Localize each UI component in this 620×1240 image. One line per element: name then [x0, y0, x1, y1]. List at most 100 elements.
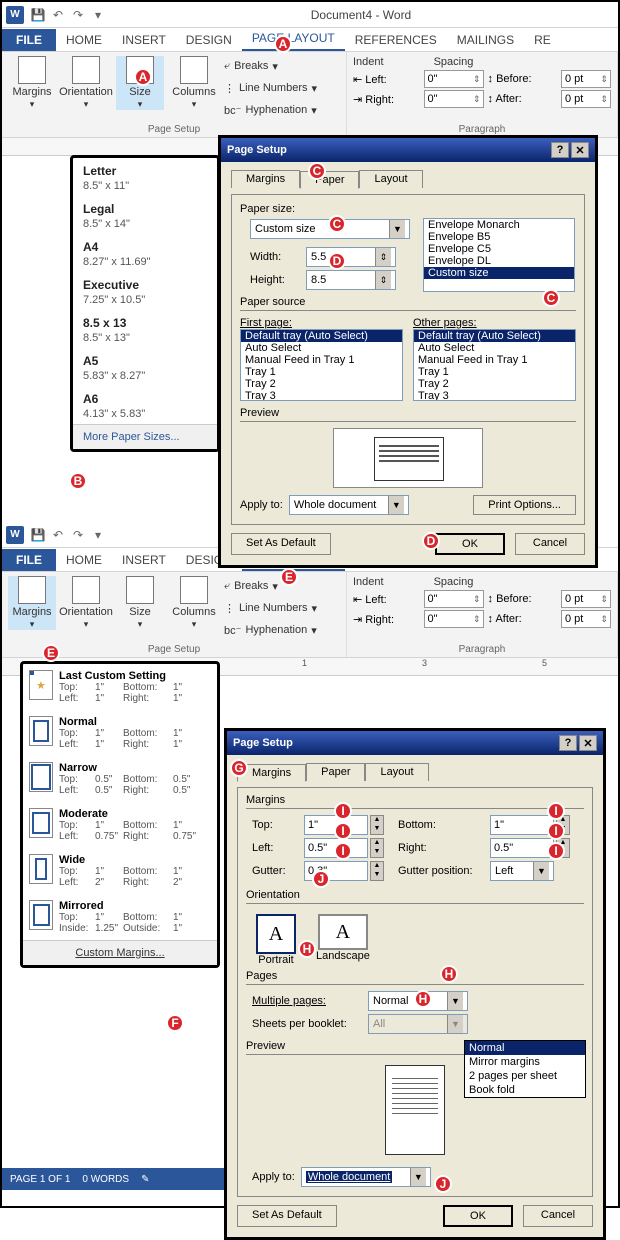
gutter-spinner[interactable]: ▲▼	[370, 861, 384, 881]
cancel-button[interactable]: Cancel	[515, 533, 585, 555]
ok-button[interactable]: OK	[435, 533, 505, 555]
orientation-landscape[interactable]: ALandscape	[316, 914, 370, 966]
opt-2pages[interactable]: 2 pages per sheet	[465, 1069, 585, 1083]
spacing-before-input[interactable]: 0 pt	[561, 70, 611, 88]
size-a4[interactable]: A48.27" x 11.69"	[73, 234, 217, 272]
orientation-button[interactable]: Orientation	[62, 576, 110, 630]
hyphenation-button[interactable]: bc⁻ Hyphenation ▾	[224, 620, 317, 640]
gutter-pos-combo[interactable]: Left▼	[490, 861, 554, 881]
height-input[interactable]: 8.5⇕	[306, 270, 396, 290]
opt-mirror-margins[interactable]: Mirror margins	[465, 1055, 585, 1069]
opt-env-b5[interactable]: Envelope B5	[424, 231, 574, 243]
size-executive[interactable]: Executive7.25" x 10.5"	[73, 272, 217, 310]
height-label: Height:	[250, 274, 300, 286]
margins-button[interactable]: Margins	[8, 576, 56, 630]
margins-button[interactable]: Margins	[8, 56, 56, 110]
more-paper-sizes[interactable]: More Paper Sizes...	[73, 424, 217, 449]
size-legal[interactable]: Legal8.5" x 14"	[73, 196, 217, 234]
opt-book-fold[interactable]: Book fold	[465, 1083, 585, 1097]
tab-margins[interactable]: Margins	[231, 170, 300, 188]
size-letter[interactable]: Letter8.5" x 11"	[73, 158, 217, 196]
qat-menu-icon[interactable]: ▾	[88, 525, 108, 545]
tab-page-layout[interactable]: PAGE LAYOUT	[242, 27, 345, 51]
tab-paper[interactable]: Paper	[306, 763, 365, 781]
qat-menu-icon[interactable]: ▾	[88, 5, 108, 25]
opt-env-dl[interactable]: Envelope DL	[424, 255, 574, 267]
tab-home[interactable]: HOME	[56, 549, 112, 571]
cancel-button[interactable]: Cancel	[523, 1205, 593, 1227]
tab-layout[interactable]: Layout	[359, 170, 422, 188]
dialog-title: Page Setup	[233, 737, 293, 749]
opt-normal[interactable]: Normal	[465, 1041, 585, 1055]
margins-mirrored[interactable]: Mirrored Top:1"Bottom:1" Inside:1.25"Out…	[23, 894, 217, 940]
opt-custom-size[interactable]: Custom size	[424, 267, 574, 279]
tab-file[interactable]: FILE	[2, 29, 56, 51]
save-icon[interactable]: 💾	[28, 525, 48, 545]
badge-E: E	[280, 568, 298, 586]
spacing-after-input[interactable]: 0 pt	[561, 610, 611, 628]
indent-right-input[interactable]: 0"	[424, 610, 484, 628]
opt-env-c5[interactable]: Envelope C5	[424, 243, 574, 255]
margins-last-custom[interactable]: ★ Last Custom Setting Top:1"Bottom:1" Le…	[23, 664, 217, 710]
breaks-button[interactable]: ⤶ Breaks ▾	[224, 576, 317, 596]
close-button[interactable]: ✕	[579, 735, 597, 751]
redo-icon[interactable]: ↷	[68, 525, 88, 545]
tab-review[interactable]: RE	[524, 29, 561, 51]
undo-icon[interactable]: ↶	[48, 5, 68, 25]
tab-layout[interactable]: Layout	[365, 763, 428, 781]
bottom-input[interactable]	[490, 815, 554, 835]
margins-wide[interactable]: Wide Top:1"Bottom:1" Left:2"Right:2"	[23, 848, 217, 894]
size-a6[interactable]: A64.13" x 5.83"	[73, 386, 217, 424]
tab-home[interactable]: HOME	[56, 29, 112, 51]
spacing-after-input[interactable]: 0 pt	[561, 90, 611, 108]
help-button[interactable]: ?	[559, 735, 577, 751]
columns-button[interactable]: Columns	[170, 576, 218, 630]
orientation-button[interactable]: Orientation	[62, 56, 110, 110]
columns-button[interactable]: Columns	[170, 56, 218, 110]
set-as-default-button[interactable]: Set As Default	[237, 1205, 337, 1227]
size-85x13[interactable]: 8.5 x 138.5" x 13"	[73, 310, 217, 348]
other-pages-listbox[interactable]: Default tray (Auto Select) Auto Select M…	[413, 329, 576, 401]
tab-mailings[interactable]: MAILINGS	[447, 29, 524, 51]
multiple-pages-droplist[interactable]: Normal Mirror margins 2 pages per sheet …	[464, 1040, 586, 1098]
line-numbers-button[interactable]: ⋮ Line Numbers ▾	[224, 598, 317, 618]
close-button[interactable]: ✕	[571, 142, 589, 158]
help-button[interactable]: ?	[551, 142, 569, 158]
indent-left-input[interactable]: 0"	[424, 70, 484, 88]
paper-size-listbox[interactable]: Envelope Monarch Envelope B5 Envelope C5…	[423, 218, 575, 292]
indent-right-input[interactable]: 0"	[424, 90, 484, 108]
indent-left-input[interactable]: 0"	[424, 590, 484, 608]
orientation-portrait[interactable]: APortrait	[256, 914, 296, 966]
line-numbers-button[interactable]: ⋮ Line Numbers ▾	[224, 78, 317, 98]
left-spinner[interactable]: ▲▼	[370, 838, 384, 858]
apply-to-combo[interactable]: Whole document▼	[289, 495, 409, 515]
right-input[interactable]	[490, 838, 554, 858]
set-as-default-button[interactable]: Set As Default	[231, 533, 331, 555]
custom-margins[interactable]: Custom Margins...	[23, 940, 217, 965]
top-spinner[interactable]: ▲▼	[370, 815, 384, 835]
size-button[interactable]: Size	[116, 576, 164, 630]
margins-narrow[interactable]: Narrow Top:0.5"Bottom:0.5" Left:0.5"Righ…	[23, 756, 217, 802]
save-icon[interactable]: 💾	[28, 5, 48, 25]
spell-check-icon[interactable]: ✎	[141, 1174, 149, 1185]
undo-icon[interactable]: ↶	[48, 525, 68, 545]
tab-insert[interactable]: INSERT	[112, 549, 176, 571]
opt-env-monarch[interactable]: Envelope Monarch	[424, 219, 574, 231]
margins-moderate[interactable]: Moderate Top:1"Bottom:1" Left:0.75"Right…	[23, 802, 217, 848]
size-a5[interactable]: A55.83" x 8.27"	[73, 348, 217, 386]
paper-size-label: Paper size:	[240, 203, 576, 215]
breaks-button[interactable]: ⤶ Breaks ▾	[224, 56, 317, 76]
apply-to-combo[interactable]: Whole document▼	[301, 1167, 431, 1187]
spacing-before-input[interactable]: 0 pt	[561, 590, 611, 608]
tab-design[interactable]: DESIGN	[176, 29, 242, 51]
hyphenation-button[interactable]: bc⁻ Hyphenation ▾	[224, 100, 317, 120]
ok-button[interactable]: OK	[443, 1205, 513, 1227]
first-page-listbox[interactable]: Default tray (Auto Select) Auto Select M…	[240, 329, 403, 401]
tab-insert[interactable]: INSERT	[112, 29, 176, 51]
margins-normal[interactable]: Normal Top:1"Bottom:1" Left:1"Right:1"	[23, 710, 217, 756]
tab-references[interactable]: REFERENCES	[345, 29, 447, 51]
print-options-button[interactable]: Print Options...	[473, 495, 576, 515]
width-input[interactable]: 5.5⇕	[306, 247, 396, 267]
redo-icon[interactable]: ↷	[68, 5, 88, 25]
tab-file[interactable]: FILE	[2, 549, 56, 571]
